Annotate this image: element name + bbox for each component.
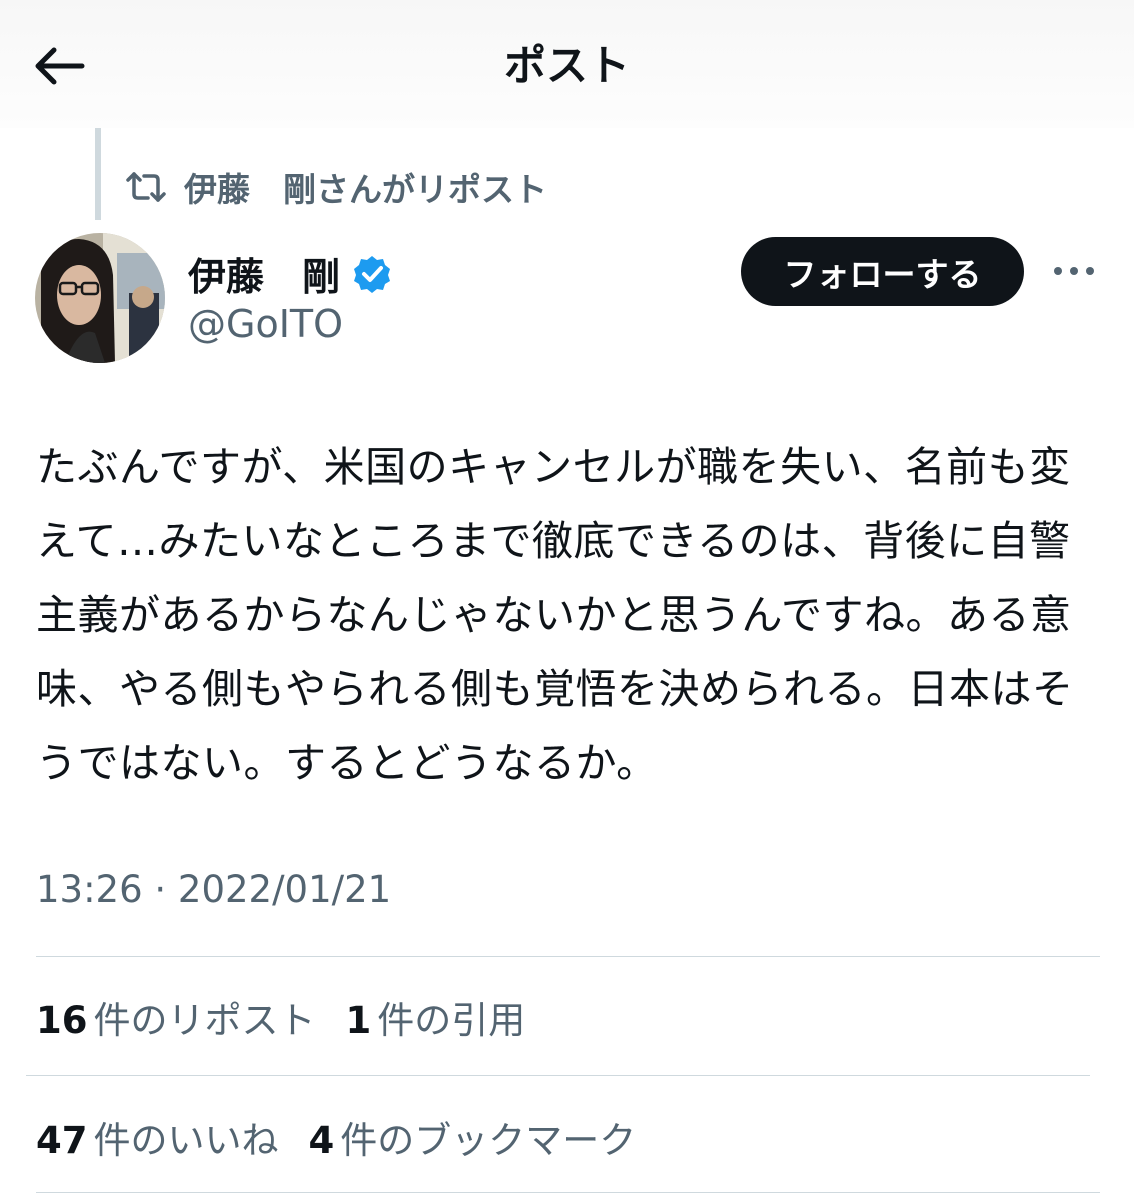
repost-text: 伊藤 剛さんがリポスト — [184, 170, 547, 209]
repost-count-label: 件のリポスト — [93, 999, 316, 1042]
post-timestamp[interactable]: 13:26 · 2022/01/21 — [36, 868, 391, 911]
like-count: 47 — [36, 1119, 88, 1162]
bookmark-count-label: 件のブックマーク — [340, 1119, 637, 1162]
more-button[interactable] — [1049, 256, 1099, 286]
top-bar: ポスト — [0, 0, 1134, 128]
follow-button[interactable]: フォローする — [741, 237, 1024, 306]
bookmark-count: 4 — [308, 1119, 335, 1162]
quote-count: 1 — [345, 999, 372, 1042]
avatar[interactable] — [35, 233, 165, 363]
author-name[interactable]: 伊藤 剛 — [188, 246, 392, 301]
page-title: ポスト — [503, 41, 630, 90]
divider — [36, 1192, 1100, 1193]
repost-count-link[interactable]: 16 件のリポスト — [36, 990, 316, 1044]
author-name-text: 伊藤 剛 — [188, 255, 341, 299]
repost-context[interactable]: 伊藤 剛さんがリポスト — [124, 164, 547, 210]
stats-row-reposts: 16 件のリポスト 1 件の引用 — [36, 990, 555, 1044]
thread-line — [95, 128, 101, 220]
repost-icon — [126, 172, 166, 202]
like-count-label: 件のいいね — [93, 1119, 279, 1162]
author-handle[interactable]: @GoITO — [188, 302, 343, 346]
post-text: たぶんですが、米国のキャンセルが職を失い、名前も変えて…みたいなところまで徹底で… — [36, 443, 1074, 787]
verified-badge-icon — [352, 254, 392, 294]
stats-row-likes: 47 件のいいね 4 件のブックマーク — [36, 1110, 666, 1164]
divider — [36, 956, 1100, 957]
quote-count-label: 件の引用 — [377, 999, 526, 1042]
quote-count-link[interactable]: 1 件の引用 — [346, 990, 526, 1044]
divider — [26, 1075, 1090, 1076]
repost-count: 16 — [36, 999, 88, 1042]
like-count-link[interactable]: 47 件のいいね — [36, 1110, 279, 1164]
bookmark-count-link[interactable]: 4 件のブックマーク — [309, 1110, 637, 1164]
more-horizontal-icon — [1054, 267, 1094, 275]
